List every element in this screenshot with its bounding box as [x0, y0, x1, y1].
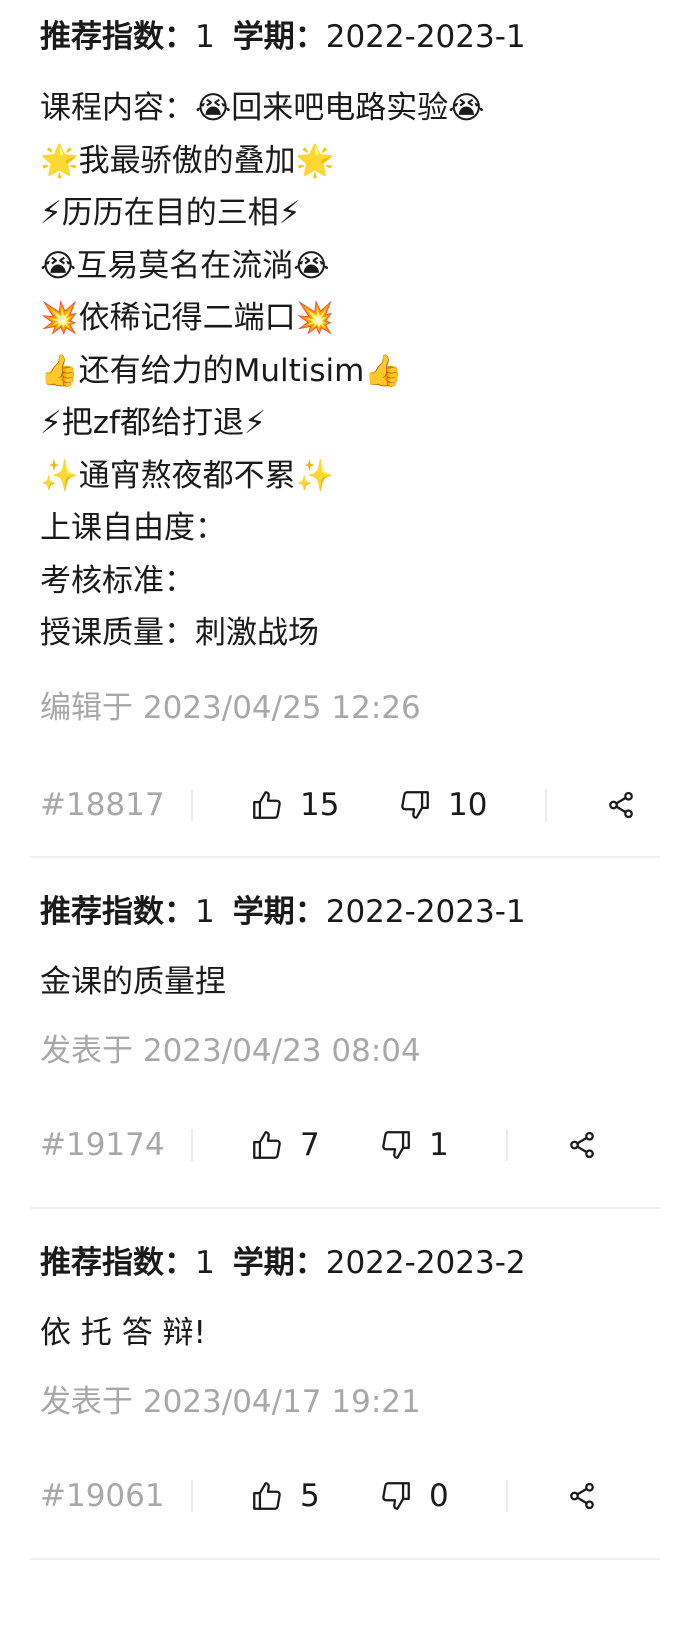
- thumbs-down-icon: [379, 1479, 413, 1513]
- divider: [191, 1479, 193, 1512]
- dislike-count: 0: [429, 1477, 449, 1514]
- review-content: 课程内容：😭回来吧电路实验😭 🌟我最骄傲的叠加🌟 ⚡历历在目的三相⚡ 😭互易莫名…: [40, 90, 485, 651]
- review-meta: 推荐指数：1 学期：2022-2023-1: [40, 0, 650, 57]
- term-label: 学期：: [232, 1245, 326, 1281]
- review-card: 推荐指数：1 学期：2022-2023-1 金课的质量捏 发表于 2023/04/…: [30, 858, 660, 1209]
- thumbs-down-icon: [398, 788, 432, 822]
- dislike-button[interactable]: 0: [379, 1456, 449, 1536]
- review-card: 推荐指数：1 学期：2022-2023-1 课程内容：😭回来吧电路实验😭 🌟我最骄…: [30, 0, 660, 858]
- share-button[interactable]: [567, 1105, 597, 1185]
- recommend-value: 1: [195, 1245, 215, 1281]
- divider: [191, 788, 193, 821]
- share-button[interactable]: [567, 1456, 597, 1536]
- posted-time: 发表于 2023/04/23 08:04: [40, 1032, 421, 1069]
- review-meta: 推荐指数：1 学期：2022-2023-2: [40, 1209, 650, 1283]
- share-button[interactable]: [606, 765, 636, 845]
- recommend-label: 推荐指数：: [40, 19, 195, 55]
- term-value: 2022-2023-1: [325, 894, 526, 930]
- recommend-label: 推荐指数：: [40, 894, 195, 930]
- term-value: 2022-2023-1: [325, 19, 526, 55]
- like-count: 5: [300, 1477, 320, 1514]
- thumbs-up-icon: [250, 1128, 284, 1162]
- divider: [191, 1128, 193, 1161]
- review-content: 金课的质量捏: [40, 964, 226, 1000]
- review-actions: #18817 15 10: [40, 765, 650, 845]
- posted-time: 编辑于 2023/04/25 12:26: [40, 689, 421, 726]
- recommend-label: 推荐指数：: [40, 1245, 195, 1281]
- divider: [506, 1128, 508, 1161]
- dislike-button[interactable]: 10: [398, 765, 487, 845]
- thumbs-up-icon: [250, 1479, 284, 1513]
- share-icon: [606, 790, 636, 820]
- share-icon: [567, 1481, 597, 1511]
- like-count: 7: [300, 1126, 320, 1163]
- review-id[interactable]: #19174: [40, 1105, 165, 1185]
- like-button[interactable]: 5: [250, 1456, 320, 1536]
- thumbs-up-icon: [250, 788, 284, 822]
- posted-time: 发表于 2023/04/17 19:21: [40, 1383, 421, 1420]
- review-id[interactable]: #19061: [40, 1456, 165, 1536]
- review-meta: 推荐指数：1 学期：2022-2023-1: [40, 858, 650, 932]
- divider: [506, 1479, 508, 1512]
- divider: [545, 788, 547, 821]
- review-id[interactable]: #18817: [40, 765, 165, 845]
- review-actions: #19174 7 1: [40, 1105, 650, 1185]
- recommend-value: 1: [195, 19, 215, 55]
- thumbs-down-icon: [379, 1128, 413, 1162]
- dislike-button[interactable]: 1: [379, 1105, 449, 1185]
- dislike-count: 10: [448, 786, 488, 823]
- like-button[interactable]: 15: [250, 765, 339, 845]
- term-label: 学期：: [232, 894, 326, 930]
- term-value: 2022-2023-2: [325, 1245, 526, 1281]
- review-actions: #19061 5 0: [40, 1456, 650, 1536]
- like-button[interactable]: 7: [250, 1105, 320, 1185]
- recommend-value: 1: [195, 894, 215, 930]
- share-icon: [567, 1130, 597, 1160]
- review-content: 依 托 答 辩!: [40, 1315, 206, 1351]
- term-label: 学期：: [232, 19, 326, 55]
- like-count: 15: [300, 786, 340, 823]
- review-card: 推荐指数：1 学期：2022-2023-2 依 托 答 辩! 发表于 2023/0…: [30, 1209, 660, 1560]
- dislike-count: 1: [429, 1126, 449, 1163]
